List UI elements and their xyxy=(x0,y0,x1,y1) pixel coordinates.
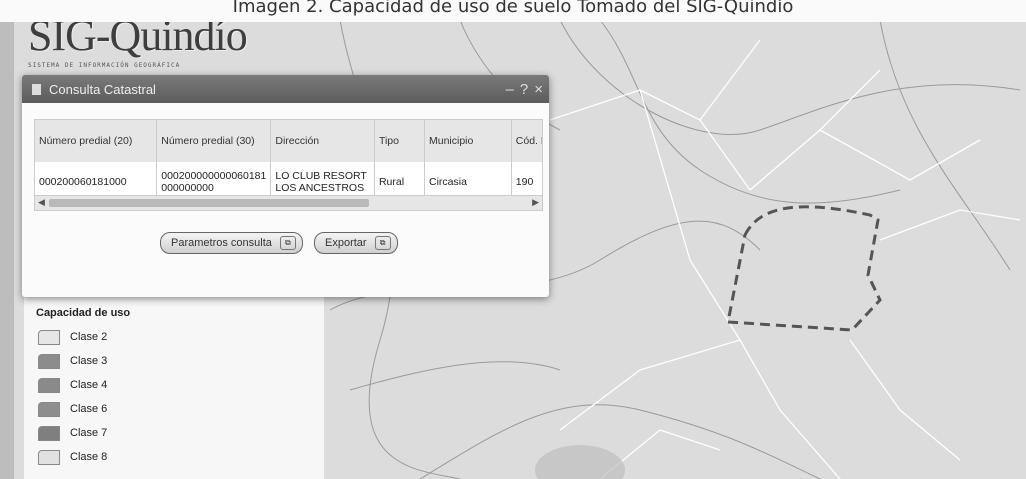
column-header[interactable]: Dirección xyxy=(270,120,375,162)
parcel-outline xyxy=(726,205,882,332)
horizontal-scrollbar[interactable]: ◀ ▶ xyxy=(35,195,542,210)
results-table: Número predial (20) Número predial (30) … xyxy=(35,120,542,203)
folder-swatch-icon xyxy=(38,329,60,345)
minimize-button[interactable]: – xyxy=(506,81,514,98)
legend-item-label: Clase 4 xyxy=(70,379,108,391)
copy-icon: ⧉ xyxy=(279,236,296,250)
copy-icon: ⧉ xyxy=(374,236,391,250)
map-left-strip xyxy=(0,10,14,479)
document-icon xyxy=(32,83,41,95)
results-table-container[interactable]: Número predial (20) Número predial (30) … xyxy=(34,119,543,211)
consulta-catastral-dialog: Consulta Catastral – ? × Número predial … xyxy=(22,75,549,297)
legend-item: Clase 8 xyxy=(24,445,324,469)
help-button[interactable]: ? xyxy=(520,81,528,98)
column-header[interactable]: Número predial (20) xyxy=(35,120,158,162)
column-header[interactable]: Municipio xyxy=(424,120,512,162)
folder-swatch-icon xyxy=(38,449,60,465)
logo-subtitle: SISTEMA DE INFORMACIÓN GEOGRÁFICA xyxy=(28,62,181,69)
exportar-button[interactable]: Exportar ⧉ xyxy=(314,232,398,254)
parametros-consulta-button[interactable]: Parametros consulta ⧉ xyxy=(160,232,303,254)
scrollbar-thumb[interactable] xyxy=(49,199,369,207)
table-header-row: Número predial (20) Número predial (30) … xyxy=(35,120,542,162)
close-button[interactable]: × xyxy=(534,81,543,98)
folder-swatch-icon xyxy=(38,377,60,393)
legend-item: Clase 6 xyxy=(24,397,324,421)
dialog-title: Consulta Catastral xyxy=(49,81,156,97)
legend-item-label: Clase 6 xyxy=(70,403,108,415)
dialog-titlebar[interactable]: Consulta Catastral – ? × xyxy=(22,75,549,103)
legend-item: Clase 4 xyxy=(24,373,324,397)
column-header[interactable]: Número predial (30) xyxy=(156,120,272,162)
legend-item-label: Clase 2 xyxy=(70,331,108,343)
legend-item: Clase 3 xyxy=(24,349,324,373)
column-header[interactable]: Tipo xyxy=(374,120,425,162)
figure-caption: Imagen 2. Capacidad de uso de suelo Toma… xyxy=(0,0,1026,22)
scroll-right-arrow-icon[interactable]: ▶ xyxy=(532,197,539,208)
legend-item: Clase 7 xyxy=(24,421,324,445)
legend-item-label: Clase 3 xyxy=(70,355,108,367)
legend-item: Clase 2 xyxy=(24,325,324,349)
legend-item-label: Clase 7 xyxy=(70,427,108,439)
folder-swatch-icon xyxy=(38,401,60,417)
scroll-left-arrow-icon[interactable]: ◀ xyxy=(38,197,45,208)
legend-panel: Capacidad de uso Clase 2 Clase 3 Clase 4 Cl… xyxy=(24,297,324,479)
legend-item-label: Clase 8 xyxy=(70,451,108,463)
folder-swatch-icon xyxy=(38,425,60,441)
legend-title: Capacidad de uso xyxy=(36,307,131,319)
column-header[interactable]: Cód. Muni xyxy=(511,120,542,162)
button-label: Parametros consulta xyxy=(171,237,272,249)
button-label: Exportar xyxy=(325,237,367,249)
folder-swatch-icon xyxy=(38,353,60,369)
